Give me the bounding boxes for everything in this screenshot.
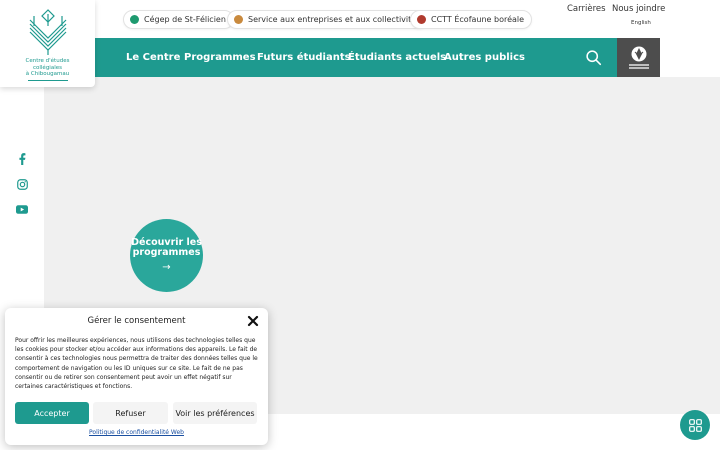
link-service-entreprises[interactable]: Service aux entreprises et aux collectiv… (227, 10, 429, 29)
link-label: Cégep de St-Félicien (144, 15, 226, 24)
facebook-icon[interactable] (15, 152, 29, 166)
red-dot-icon (417, 15, 426, 24)
nav-futurs-etudiants[interactable]: Futurs étudiants (257, 52, 351, 63)
logo-underline (27, 79, 68, 81)
emblem-icon (628, 46, 649, 69)
site-logo[interactable]: Centre d'études collégiales à Chibougama… (0, 0, 95, 87)
main-nav: Le Centre Programmes Futurs étudiants Ét… (95, 38, 660, 77)
arrow-right-icon: → (162, 262, 171, 273)
top-bar: Cégep de St-Félicien Service aux entrepr… (95, 0, 720, 38)
nav-autres-publics[interactable]: Autres publics (444, 52, 525, 63)
instagram-icon[interactable] (15, 177, 29, 191)
close-icon[interactable] (247, 315, 259, 327)
nav-le-centre[interactable]: Le Centre (126, 52, 180, 63)
discover-programs-button[interactable]: Découvrir les programmes → (130, 219, 203, 292)
link-label: CCTT Écofaune boréale (431, 15, 525, 24)
quick-links-button[interactable] (680, 410, 710, 440)
preferences-button[interactable]: Voir les préférences (173, 402, 257, 424)
nav-etudiants-actuels[interactable]: Étudiants actuels (348, 52, 446, 63)
privacy-policy-link[interactable]: Politique de confidentialité Web (5, 429, 268, 436)
cta-line-2: programmes (132, 247, 201, 258)
refuse-button[interactable]: Refuser (93, 402, 168, 424)
green-dot-icon (130, 15, 139, 24)
logo-line-3: à Chibougamau (25, 71, 70, 77)
grid-icon (688, 418, 702, 432)
link-cctt-ecofaune[interactable]: CCTT Écofaune boréale (410, 10, 533, 29)
link-cegep-st-felicien[interactable]: Cégep de St-Félicien (123, 10, 234, 29)
accept-button[interactable]: Accepter (15, 402, 89, 424)
leaf-logo-icon (29, 9, 66, 55)
consent-dialog: Gérer le consentement Pour offrir les me… (5, 308, 268, 445)
emblem-button[interactable] (617, 38, 660, 77)
consent-body: Pour offrir les meilleures expériences, … (15, 337, 258, 391)
language-link[interactable]: English (631, 20, 651, 26)
consent-title: Gérer le consentement (87, 316, 186, 326)
search-icon[interactable] (585, 49, 602, 66)
youtube-icon[interactable] (15, 202, 29, 216)
careers-link[interactable]: Carrières (567, 4, 606, 14)
contact-link[interactable]: Nous joindre (612, 4, 665, 14)
orange-dot-icon (234, 15, 243, 24)
link-label: Service aux entreprises et aux collectiv… (248, 15, 421, 24)
nav-programmes[interactable]: Programmes (184, 52, 256, 63)
logo-line-1: Centre d'études (25, 58, 70, 64)
